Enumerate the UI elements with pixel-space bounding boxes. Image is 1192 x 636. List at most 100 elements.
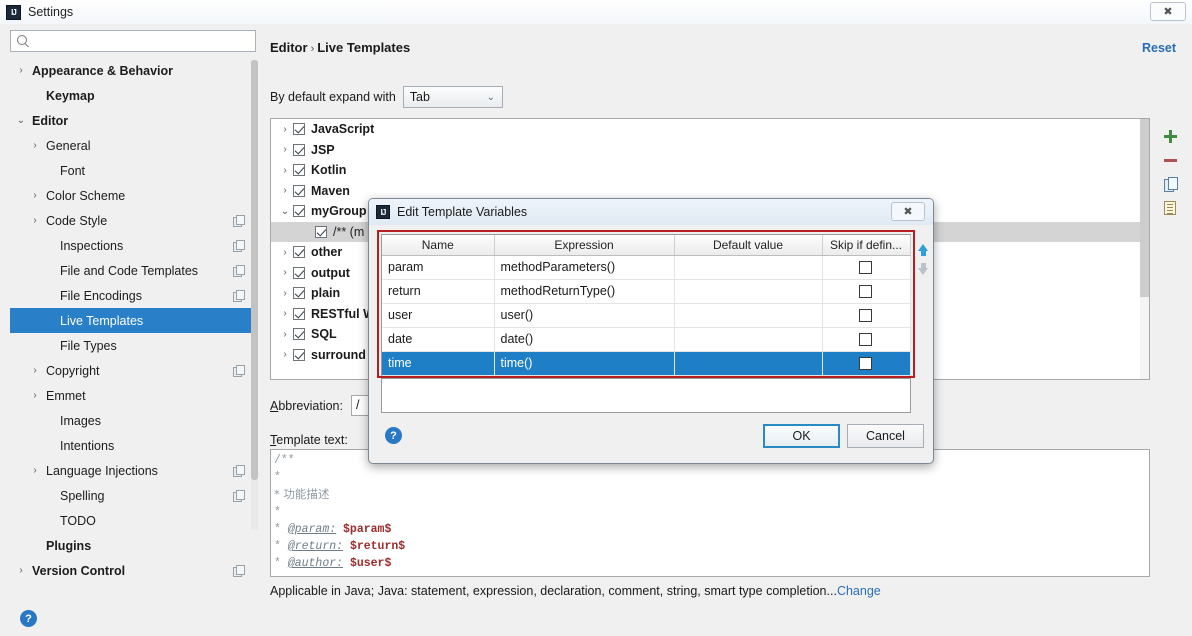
chevron-right-icon[interactable]: › <box>24 365 46 376</box>
template-text-editor[interactable]: /** * * 功能描述 * * @param: $param$ * @return: $… <box>270 449 1150 577</box>
cell-skip-if-defined[interactable] <box>822 279 911 304</box>
sidebar-item-version-control[interactable]: › Version Control <box>10 558 256 583</box>
column-header[interactable]: Default value <box>674 235 823 256</box>
dialog-ok-button[interactable]: OK <box>763 424 840 448</box>
checkbox-icon[interactable] <box>859 285 872 299</box>
cell-expression[interactable]: methodParameters() <box>494 255 675 280</box>
copy-settings-icon[interactable] <box>233 490 245 502</box>
checkbox-checked-icon[interactable] <box>293 205 305 218</box>
checkbox-checked-icon[interactable] <box>293 328 305 341</box>
sidebar-item-inspections[interactable]: Inspections <box>10 233 256 258</box>
move-down-button[interactable] <box>915 259 931 283</box>
chevron-right-icon[interactable]: › <box>277 247 293 258</box>
reset-link[interactable]: Reset <box>1142 41 1176 55</box>
chevron-right-icon[interactable]: › <box>277 288 293 299</box>
checkbox-checked-icon[interactable] <box>293 287 305 300</box>
checkbox-icon[interactable] <box>859 333 872 347</box>
sidebar-item-emmet[interactable]: › Emmet <box>10 383 256 408</box>
breadcrumb-root[interactable]: Editor <box>270 40 308 55</box>
remove-template-button[interactable] <box>1159 148 1181 172</box>
chevron-right-icon[interactable]: › <box>277 267 293 278</box>
table-row[interactable]: date date() <box>382 327 911 352</box>
sidebar-item-plugins[interactable]: Plugins <box>10 533 256 558</box>
chevron-right-icon[interactable]: › <box>24 140 46 151</box>
checkbox-checked-icon[interactable] <box>293 184 305 197</box>
dialog-cancel-button[interactable]: Cancel <box>847 424 924 448</box>
change-context-link[interactable]: Change <box>837 584 881 598</box>
sidebar-item-keymap[interactable]: Keymap <box>10 83 256 108</box>
cell-skip-if-defined[interactable] <box>822 303 911 328</box>
sidebar-item-spelling[interactable]: Spelling <box>10 483 256 508</box>
templates-scrollbar[interactable] <box>1140 119 1149 379</box>
checkbox-checked-icon[interactable] <box>293 348 305 361</box>
chevron-right-icon[interactable]: › <box>277 308 293 319</box>
cell-name[interactable]: return <box>382 279 495 304</box>
copy-settings-icon[interactable] <box>233 565 245 577</box>
dialog-close-icon[interactable]: ✖ <box>891 202 925 221</box>
cell-skip-if-defined[interactable] <box>822 351 911 376</box>
checkbox-checked-icon[interactable] <box>293 143 305 156</box>
cell-name[interactable]: date <box>382 327 495 352</box>
chevron-right-icon[interactable]: › <box>277 124 293 135</box>
copy-settings-icon[interactable] <box>233 215 245 227</box>
cell-expression[interactable]: methodReturnType() <box>494 279 675 304</box>
window-close-icon[interactable]: ✖ <box>1150 2 1186 21</box>
chevron-down-icon[interactable]: ⌄ <box>277 206 293 217</box>
template-group[interactable]: › Kotlin <box>271 160 1149 181</box>
cell-expression[interactable]: date() <box>494 327 675 352</box>
copy-settings-icon[interactable] <box>233 290 245 302</box>
search-input[interactable] <box>31 33 255 49</box>
variables-table-body[interactable]: param methodParameters() return methodRetur… <box>382 255 911 376</box>
checkbox-checked-icon[interactable] <box>293 123 305 136</box>
checkbox-icon[interactable] <box>859 357 872 371</box>
duplicate-template-button[interactable] <box>1159 172 1181 196</box>
sidebar-item-images[interactable]: Images <box>10 408 256 433</box>
cell-expression[interactable]: user() <box>494 303 675 328</box>
variables-table-wrapper[interactable]: Name Expression Default value Skip if defin… <box>381 234 911 379</box>
chevron-right-icon[interactable]: › <box>277 349 293 360</box>
checkbox-checked-icon[interactable] <box>293 246 305 259</box>
settings-tree[interactable]: › Appearance & Behavior Keymap ⌄ Editor › Gene… <box>10 58 256 590</box>
sidebar-item-editor[interactable]: ⌄ Editor <box>10 108 256 133</box>
table-row[interactable]: param methodParameters() <box>382 255 911 280</box>
default-expand-select[interactable]: Tab ⌄ <box>402 86 503 108</box>
sidebar-scrollbar-thumb[interactable] <box>251 60 258 480</box>
cell-name[interactable]: param <box>382 255 495 280</box>
checkbox-checked-icon[interactable] <box>293 164 305 177</box>
cell-default-value[interactable] <box>674 351 823 376</box>
sidebar-item-todo[interactable]: TODO <box>10 508 256 533</box>
sidebar-item-general[interactable]: › General <box>10 133 256 158</box>
templates-scrollbar-thumb[interactable] <box>1140 119 1149 297</box>
change-context-button[interactable] <box>1159 196 1181 220</box>
chevron-right-icon[interactable]: › <box>277 144 293 155</box>
move-up-button[interactable] <box>915 235 931 259</box>
copy-settings-icon[interactable] <box>233 265 245 277</box>
chevron-right-icon[interactable]: › <box>24 215 46 226</box>
sidebar-item-file-and-code-templates[interactable]: File and Code Templates <box>10 258 256 283</box>
add-template-button[interactable] <box>1159 124 1181 148</box>
chevron-down-icon[interactable]: ⌄ <box>10 115 32 126</box>
sidebar-item-language-injections[interactable]: › Language Injections <box>10 458 256 483</box>
template-group[interactable]: › JSP <box>271 140 1149 161</box>
cell-default-value[interactable] <box>674 279 823 304</box>
chevron-right-icon[interactable]: › <box>277 165 293 176</box>
variables-table[interactable]: Name Expression Default value Skip if defin… <box>382 235 911 376</box>
checkbox-checked-icon[interactable] <box>315 225 327 238</box>
chevron-right-icon[interactable]: › <box>277 185 293 196</box>
copy-settings-icon[interactable] <box>233 240 245 252</box>
chevron-right-icon[interactable]: › <box>24 190 46 201</box>
chevron-right-icon[interactable]: › <box>24 390 46 401</box>
sidebar-item-intentions[interactable]: Intentions <box>10 433 256 458</box>
checkbox-icon[interactable] <box>859 261 872 275</box>
cell-expression[interactable]: time() <box>494 351 675 376</box>
column-header[interactable]: Expression <box>494 235 675 256</box>
cell-name[interactable]: time <box>382 351 495 376</box>
column-header[interactable]: Skip if defin... <box>822 235 911 256</box>
sidebar-scrollbar[interactable] <box>251 60 258 530</box>
chevron-right-icon[interactable]: › <box>10 65 32 76</box>
cell-skip-if-defined[interactable] <box>822 255 911 280</box>
cell-default-value[interactable] <box>674 327 823 352</box>
table-row[interactable]: return methodReturnType() <box>382 279 911 304</box>
dialog-help-icon[interactable]: ? <box>385 427 402 444</box>
sidebar-item-file-types[interactable]: File Types <box>10 333 256 358</box>
